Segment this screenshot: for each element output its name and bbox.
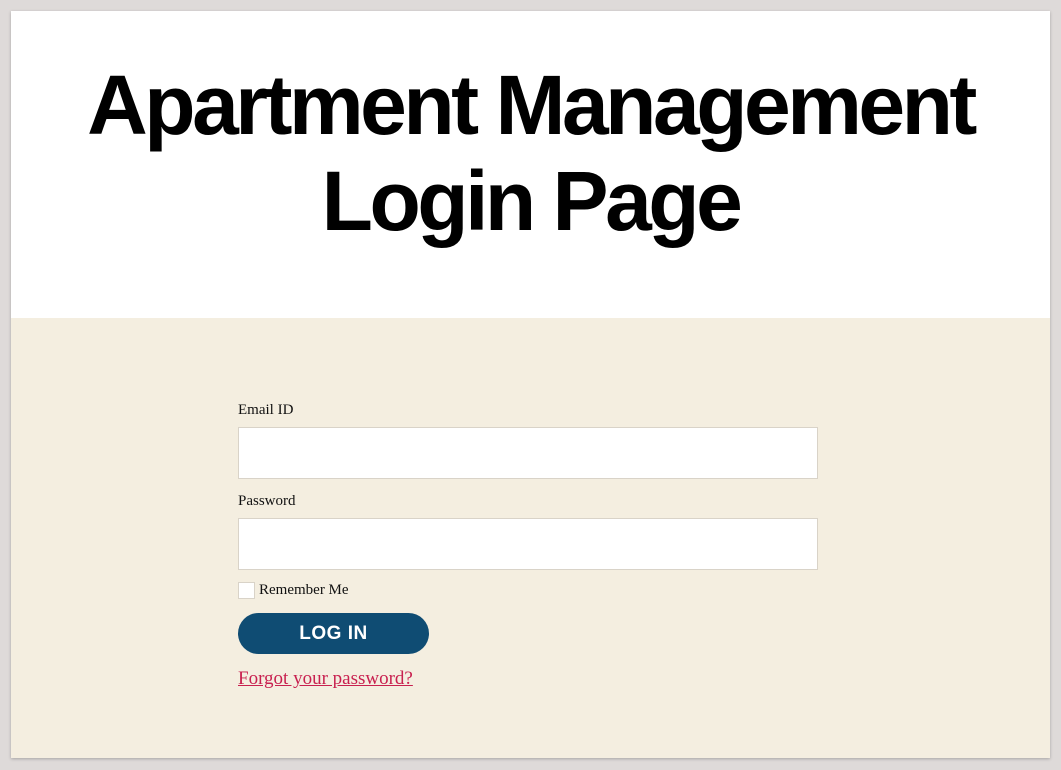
password-label: Password xyxy=(238,493,296,509)
page-title: Apartment Management Login Page xyxy=(11,11,1050,249)
title-line-2: Login Page xyxy=(321,154,743,248)
page: Apartment Management Login Page Email ID… xyxy=(11,11,1050,758)
password-input[interactable] xyxy=(238,518,818,570)
email-label: Email ID xyxy=(238,402,294,418)
header: Apartment Management Login Page xyxy=(11,11,1050,318)
remember-me-checkbox[interactable] xyxy=(238,582,255,599)
remember-me[interactable]: Remember Me xyxy=(238,582,818,599)
login-form: Email ID Password Remember Me LOG IN For… xyxy=(238,402,818,690)
email-input[interactable] xyxy=(238,427,818,479)
login-section: Email ID Password Remember Me LOG IN For… xyxy=(11,318,1050,758)
forgot-password-link[interactable]: Forgot your password? xyxy=(238,668,413,690)
login-button[interactable]: LOG IN xyxy=(238,613,429,654)
title-line-1: Apartment Management xyxy=(87,58,977,152)
remember-me-label: Remember Me xyxy=(259,582,349,598)
